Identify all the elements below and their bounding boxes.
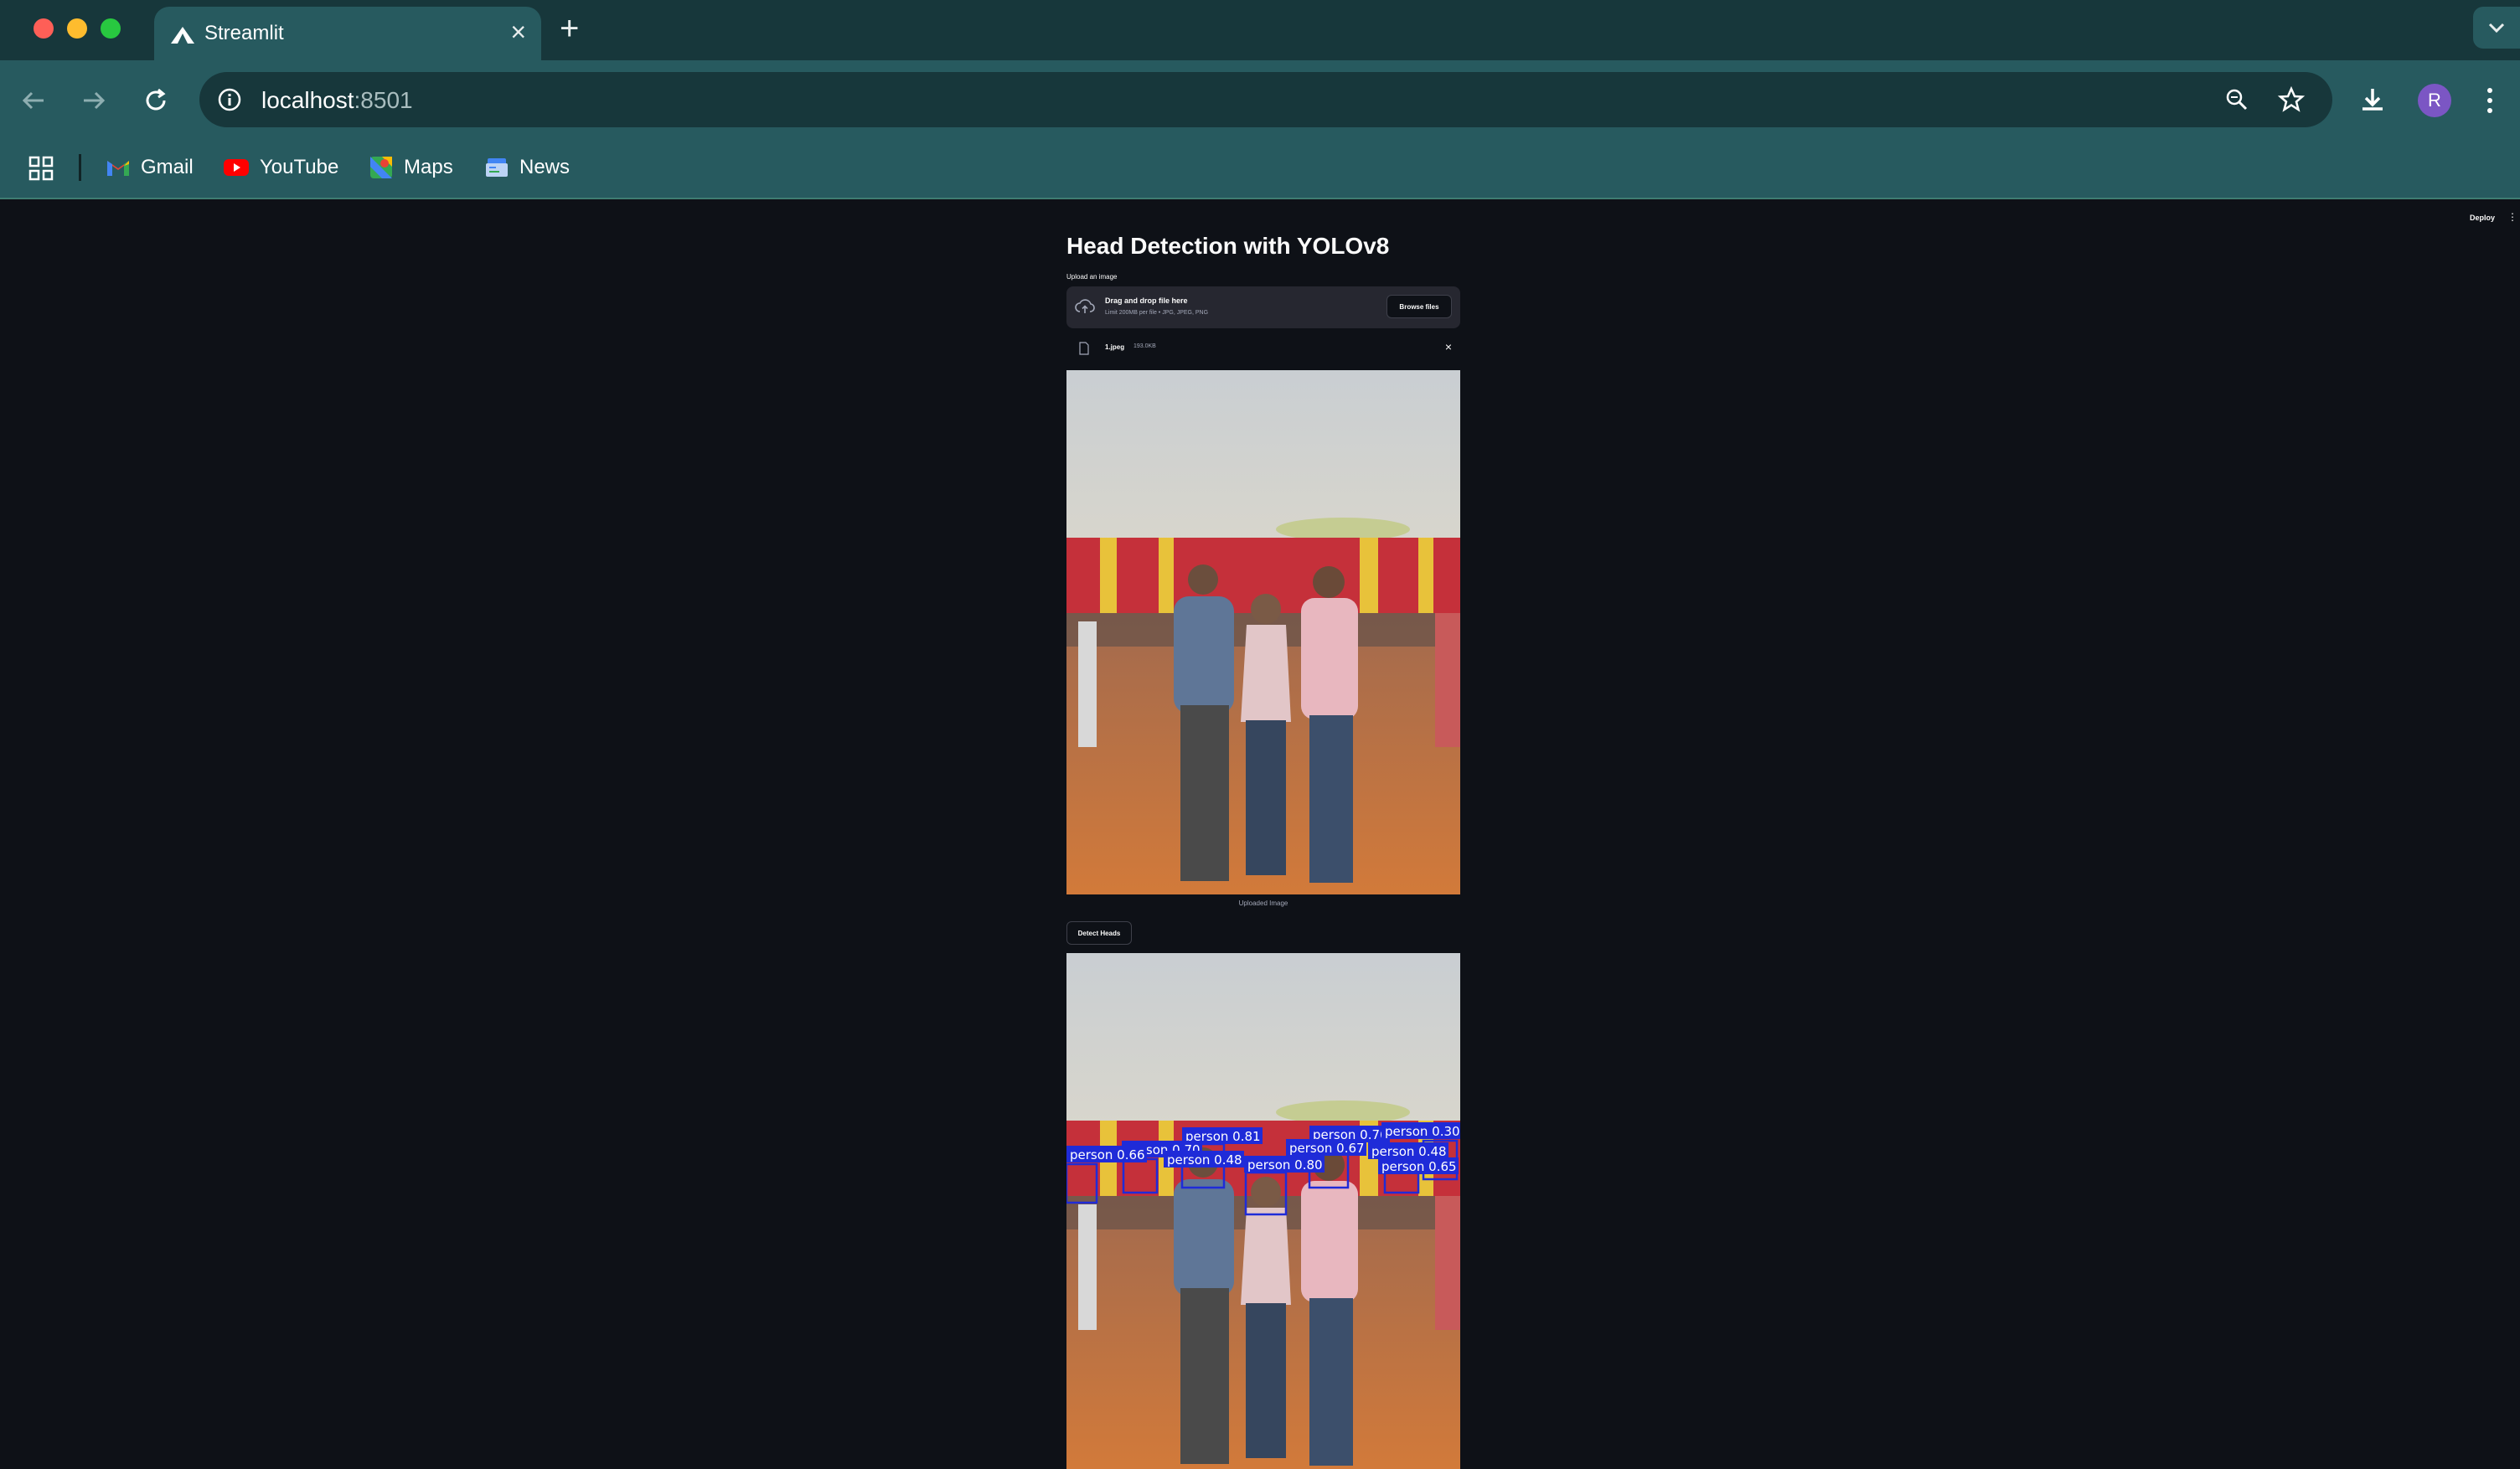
news-icon [486, 158, 508, 177]
close-window-button[interactable] [34, 18, 54, 39]
file-name: 1.jpeg [1105, 343, 1125, 351]
bookmark-label: Maps [404, 156, 453, 178]
bookmark-star-icon[interactable] [2277, 85, 2306, 114]
dropzone-limit-text: Limit 200MB per file • JPG, JPEG, PNG [1105, 310, 1209, 316]
bookmark-label: News [519, 156, 571, 178]
streamlit-logo-icon [171, 27, 194, 44]
uploader-label: Upload an image [1066, 273, 1118, 281]
tab-search-button[interactable] [2473, 7, 2520, 49]
url-text: localhost:8501 [261, 87, 413, 113]
browser-toolbar: localhost:8501 [0, 60, 2520, 139]
detect-heads-button[interactable]: Detect Heads [1066, 921, 1132, 945]
bookmarks-divider [79, 154, 81, 181]
uploaded-photo [1066, 370, 1460, 894]
page-title: Head Detection with YOLOv8 [1066, 233, 1390, 259]
apps-grid-icon[interactable] [28, 156, 54, 181]
browser-tab-streamlit[interactable]: Streamlit × [154, 7, 541, 60]
detection-label: person 0.65 [1381, 1159, 1457, 1174]
detection-label: person 0.48 [1371, 1144, 1447, 1159]
bookmark-label: YouTube [260, 156, 339, 178]
detection-label: person 0.30 [1385, 1124, 1460, 1139]
download-icon[interactable] [2356, 84, 2389, 117]
tab-title: Streamlit [204, 22, 284, 44]
address-bar[interactable]: localhost:8501 [199, 72, 2332, 127]
reload-icon[interactable] [141, 85, 171, 116]
main-menu-icon[interactable]: ⋮ [2507, 211, 2517, 223]
image-caption: Uploaded Image [1238, 899, 1288, 907]
detection-label: person 0.48 [1167, 1152, 1242, 1167]
browse-files-button[interactable]: Browse files [1387, 295, 1452, 318]
deploy-button[interactable]: Deploy [2470, 214, 2495, 222]
bookmark-gmail[interactable]: Gmail [106, 151, 194, 184]
detection-label: person 0.67 [1289, 1141, 1365, 1156]
forward-arrow-icon[interactable] [79, 85, 109, 116]
file-dropzone[interactable]: Drag and drop file here Limit 200MB per … [1066, 286, 1460, 328]
main-content: Head Detection with YOLOv8 Upload an ima… [1066, 198, 1460, 1469]
new-tab-button[interactable]: + [560, 12, 579, 45]
file-icon [1079, 342, 1089, 355]
result-photo: person 0.81 person 0.76 person 0.30 pers… [1066, 953, 1460, 1469]
tab-close-icon[interactable]: × [510, 18, 526, 45]
gmail-icon [107, 161, 129, 176]
zoom-icon[interactable] [2223, 86, 2250, 113]
minimize-window-button[interactable] [67, 18, 87, 39]
file-size: 193.0KB [1133, 343, 1156, 349]
bookmark-youtube[interactable]: YouTube [223, 151, 338, 184]
detection-result-image: person 0.81 person 0.76 person 0.30 pers… [1066, 953, 1460, 1469]
bookmark-news[interactable]: News [484, 151, 570, 184]
youtube-icon [224, 159, 249, 176]
cloud-upload-icon [1075, 299, 1095, 313]
bookmarks-bar: Gmail YouTube Maps News [0, 139, 2520, 199]
detection-label: person 0.80 [1247, 1157, 1323, 1173]
dropzone-title: Drag and drop file here [1105, 296, 1188, 305]
chevron-down-icon [2488, 23, 2505, 34]
back-arrow-icon[interactable] [18, 85, 49, 116]
profile-avatar[interactable]: R [2418, 84, 2451, 117]
site-info-icon[interactable] [216, 86, 243, 113]
detection-label: person 0.66 [1070, 1147, 1145, 1162]
browser-menu-icon[interactable] [2483, 85, 2497, 116]
uploaded-image [1066, 370, 1460, 894]
uploaded-file-row: 1.jpeg 193.0KB × [1066, 337, 1460, 360]
browser-tab-strip: Streamlit × + [0, 0, 2520, 60]
maximize-window-button[interactable] [101, 18, 121, 39]
bookmark-maps[interactable]: Maps [369, 151, 453, 184]
maps-icon [370, 157, 392, 178]
bookmark-label: Gmail [141, 156, 194, 178]
remove-file-icon[interactable]: × [1445, 340, 1452, 353]
